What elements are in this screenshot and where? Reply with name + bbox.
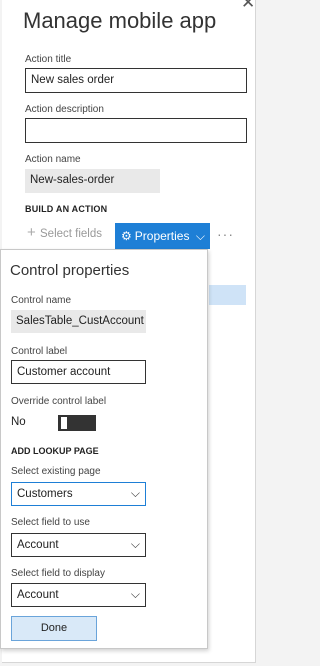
selected-field-row[interactable] [209, 285, 246, 305]
existing-page-label: Select existing page [11, 466, 101, 477]
select-fields-button[interactable]: Select fields [40, 228, 102, 240]
chevron-down-icon: ⌵ [130, 486, 140, 500]
control-name-label: Control name [11, 295, 72, 306]
done-button[interactable]: Done [11, 616, 97, 641]
lookup-page-header: ADD LOOKUP PAGE [11, 446, 99, 456]
more-options-button[interactable]: ··· [217, 226, 234, 242]
chevron-down-icon: ⌵ [130, 537, 140, 551]
field-to-display-value: Account [17, 589, 59, 601]
field-to-use-label: Select field to use [11, 517, 90, 528]
close-icon[interactable]: ✕ [241, 0, 255, 11]
field-to-display-select[interactable]: Account ⌵ [11, 583, 146, 607]
field-to-use-select[interactable]: Account ⌵ [11, 533, 146, 557]
control-properties-popup: Control properties Control name SalesTab… [0, 249, 208, 649]
chevron-down-icon: ⌵ [130, 587, 140, 601]
field-to-display-label: Select field to display [11, 568, 105, 579]
action-name-field: New-sales-order [25, 169, 160, 193]
action-description-label: Action description [25, 104, 104, 115]
override-state-text: No [11, 416, 26, 428]
control-name-field: SalesTable_CustAccount [11, 310, 146, 333]
override-control-label-label: Override control label [11, 396, 107, 407]
action-title-label: Action title [25, 54, 72, 65]
field-to-use-value: Account [17, 539, 59, 551]
popup-title: Control properties [10, 262, 130, 279]
action-description-input[interactable] [25, 118, 247, 143]
existing-page-value: Customers [17, 488, 73, 500]
gear-icon: ⚙ [121, 229, 132, 243]
properties-button[interactable]: ⚙ Properties ⌵ [115, 223, 210, 249]
build-action-header: BUILD AN ACTION [25, 204, 108, 214]
plus-icon: + [27, 224, 36, 241]
properties-label: Properties [134, 229, 190, 243]
control-label-label: Control label [11, 346, 68, 357]
control-label-input[interactable]: Customer account [11, 360, 146, 384]
toggle-knob [61, 417, 67, 429]
action-name-label: Action name [25, 154, 81, 165]
override-toggle[interactable] [58, 415, 96, 431]
action-toolbar: + Select fields ⚙ Properties ⌵ ··· [25, 223, 245, 249]
page-title: Manage mobile app [23, 8, 217, 33]
existing-page-select[interactable]: Customers ⌵ [11, 482, 146, 506]
action-title-input[interactable]: New sales order [25, 68, 247, 93]
chevron-down-icon: ⌵ [195, 229, 205, 243]
